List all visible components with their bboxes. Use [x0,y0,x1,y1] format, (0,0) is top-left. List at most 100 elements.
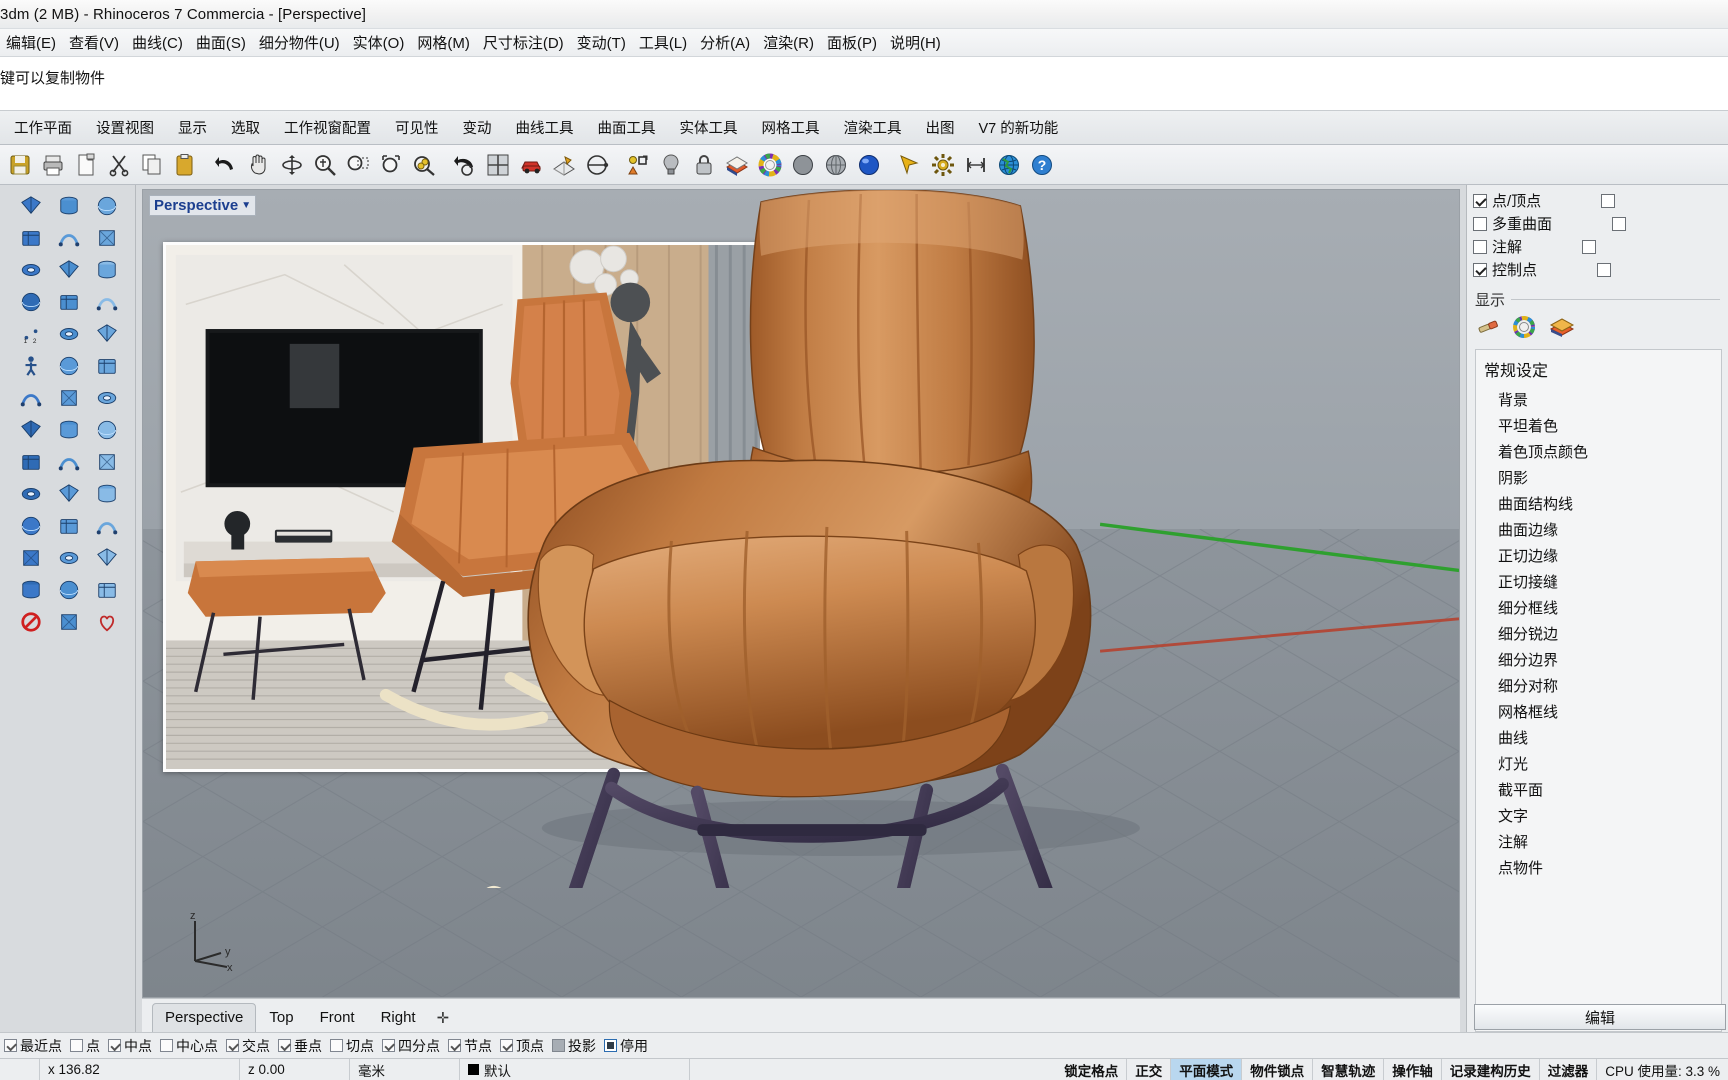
toolbar-tab-13[interactable]: 出图 [914,111,967,144]
menu-item-4[interactable]: 曲面(S) [190,30,253,55]
globe-yellow-icon[interactable] [52,575,86,605]
menu-item-6[interactable]: 实体(O) [347,30,412,55]
menu-item-8[interactable]: 尺寸标注(D) [477,30,571,55]
undo-icon[interactable] [210,149,241,180]
setting-item-4[interactable]: 阴影 [1476,464,1721,490]
layer-icon[interactable] [721,149,752,180]
setting-item-19[interactable]: 点物件 [1476,854,1721,880]
setting-item-12[interactable]: 细分对称 [1476,672,1721,698]
toolbar-tab-6[interactable]: 可见性 [383,111,451,144]
cut-icon[interactable] [103,149,134,180]
grid-snap-icon[interactable] [52,447,86,477]
status-toggle-4[interactable]: 物件锁点 [1242,1059,1314,1080]
patch-icon[interactable] [90,287,124,317]
status-toggle-8[interactable]: 过滤器 [1540,1059,1598,1080]
osnap-checkbox-8[interactable] [382,1039,395,1052]
toolbar-tab-3[interactable]: 显示 [166,111,219,144]
osnap-checkbox-2[interactable] [70,1039,83,1052]
copy-icon[interactable] [136,149,167,180]
filter-checkbox-2[interactable] [1473,216,1487,231]
command-input[interactable] [0,88,1728,108]
filter-checkbox-col2-2[interactable] [1612,216,1627,231]
setting-item-8[interactable]: 正切接缝 [1476,568,1721,594]
pan-icon[interactable] [243,149,274,180]
viewport-title-label[interactable]: Perspective ▼ [149,195,257,216]
viewport-tab-perspective[interactable]: Perspective [152,1003,257,1032]
globe-icon[interactable] [993,149,1024,180]
setting-item-6[interactable]: 曲面边缘 [1476,516,1721,542]
units-display[interactable]: 毫米 [350,1059,460,1080]
osnap-checkbox-1[interactable] [4,1039,17,1052]
menu-item-3[interactable]: 曲线(C) [126,30,190,55]
rotate-view-icon[interactable] [276,149,307,180]
osnap-5[interactable]: 交点 [224,1036,276,1056]
current-layer[interactable]: 默认 [460,1059,690,1080]
filter-checkbox-3[interactable] [1473,239,1487,254]
point-1-2-icon[interactable]: 12 [14,319,48,349]
measure-icon[interactable] [90,511,124,541]
heart-curve-icon[interactable] [90,607,124,637]
fillet-icon[interactable] [14,447,48,477]
viewport-tab-top[interactable]: Top [256,1003,306,1032]
box-icon[interactable] [90,255,124,285]
help-icon[interactable]: ? [1026,149,1057,180]
object-properties-icon[interactable] [622,149,653,180]
osnap-3[interactable]: 中点 [106,1036,158,1056]
menu-item-1[interactable]: 编辑(E) [0,30,63,55]
status-toggle-3[interactable]: 平面模式 [1171,1059,1243,1080]
filter-checkbox-col2-1[interactable] [1601,193,1616,208]
setting-item-9[interactable]: 细分框线 [1476,594,1721,620]
color-wheel-icon[interactable] [754,149,785,180]
shaded-sphere-icon[interactable] [787,149,818,180]
setting-item-2[interactable]: 平坦着色 [1476,412,1721,438]
menu-item-13[interactable]: 面板(P) [821,30,884,55]
chevron-down-icon[interactable]: ▼ [241,200,251,211]
cone-icon[interactable] [90,191,124,221]
toolbar-tab-5[interactable]: 工作视窗配置 [272,111,383,144]
mesh-from-surf-icon[interactable] [14,511,48,541]
cube-diag-icon[interactable] [14,191,48,221]
osnap-checkbox-11[interactable] [552,1039,565,1052]
setting-item-14[interactable]: 曲线 [1476,724,1721,750]
paintbrush-icon[interactable] [1477,317,1499,340]
status-toggle-2[interactable]: 正交 [1127,1059,1172,1080]
toolbar-tab-7[interactable]: 变动 [451,111,504,144]
osnap-8[interactable]: 四分点 [380,1036,446,1056]
osnap-checkbox-4[interactable] [160,1039,173,1052]
toolbar-tab-1[interactable]: 工作平面 [2,111,84,144]
toolbar-tab-11[interactable]: 网格工具 [750,111,832,144]
osnap-checkbox-12[interactable] [604,1039,617,1052]
osnap-1[interactable]: 最近点 [2,1036,68,1056]
notes-icon[interactable] [90,479,124,509]
rocking-chair-model[interactable] [143,190,1459,888]
symmetry-icon[interactable] [52,607,86,637]
sphere-light-icon[interactable] [52,543,86,573]
ghosted-sphere-icon[interactable] [820,149,851,180]
plan-view-icon[interactable] [581,149,612,180]
torus-icon[interactable] [52,255,86,285]
setting-item-7[interactable]: 正切边缘 [1476,542,1721,568]
filter-checkbox-col2-4[interactable] [1597,262,1612,277]
light-bulb-icon[interactable] [655,149,686,180]
save-icon[interactable] [4,149,35,180]
new-file-icon[interactable] [70,149,101,180]
pipe-icon[interactable] [52,351,86,381]
ruler-icon[interactable] [90,543,124,573]
toolbar-tab-12[interactable]: 渲染工具 [832,111,914,144]
menu-item-2[interactable]: 查看(V) [63,30,126,55]
control-point-icon[interactable] [14,383,48,413]
viewport-tab-right[interactable]: Right [368,1003,429,1032]
add-viewport-icon[interactable]: ✛ [429,1004,458,1032]
cube-color-icon[interactable] [52,479,86,509]
revolve-icon[interactable] [52,415,86,445]
dimension-icon[interactable] [960,149,991,180]
color-wheel-icon[interactable] [1513,316,1535,341]
setting-item-10[interactable]: 细分锐边 [1476,620,1721,646]
render-mesh-icon[interactable] [548,149,579,180]
toolbar-tab-2[interactable]: 设置视图 [84,111,166,144]
menu-item-12[interactable]: 渲染(R) [757,30,821,55]
boolean-union-icon[interactable] [14,479,48,509]
human-figure-icon[interactable] [14,351,48,381]
rendered-sphere-icon[interactable] [853,149,884,180]
osnap-checkbox-3[interactable] [108,1039,121,1052]
